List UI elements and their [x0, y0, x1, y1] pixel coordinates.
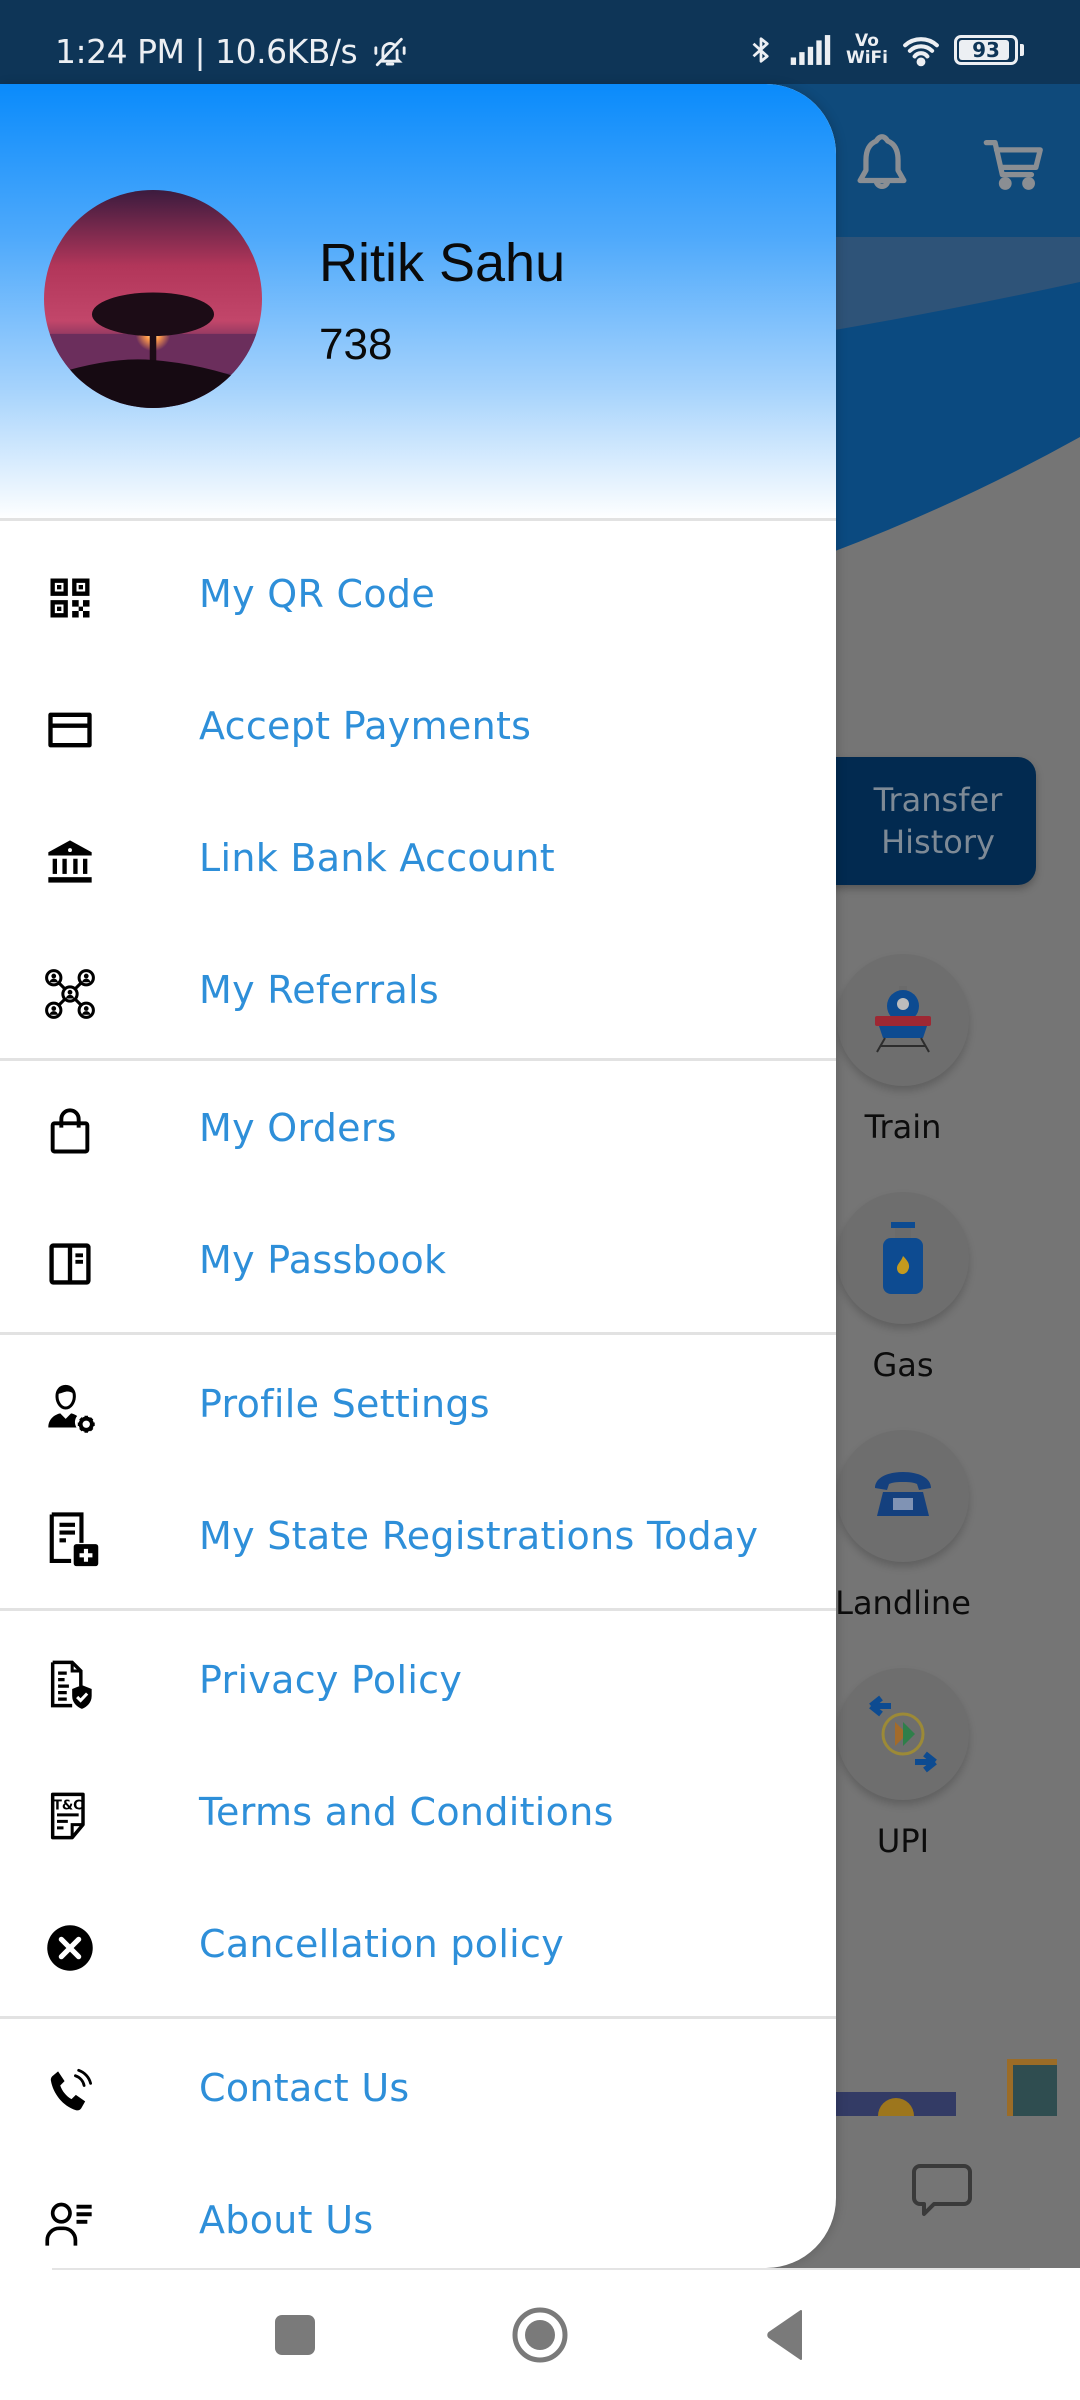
menu-item-label: Profile Settings [199, 1382, 490, 1426]
bluetooth-icon [752, 37, 769, 63]
credit-card-icon [44, 704, 96, 756]
service-train[interactable]: Train [833, 954, 973, 1146]
bank-icon [44, 836, 96, 888]
service-upi[interactable]: UPI [833, 1668, 973, 1860]
menu-item-label: Contact Us [199, 2066, 410, 2110]
menu-item-my-referrals[interactable]: My Referrals [0, 924, 836, 1056]
service-label: Train [864, 1108, 942, 1146]
service-label: Gas [872, 1346, 934, 1384]
menu-item-label: My QR Code [199, 572, 436, 616]
status-bar: 1:24 PM | 10.6KB/s Vo WiFi 93 [0, 0, 1080, 84]
train-icon [875, 986, 931, 1053]
menu-item-label: About Us [199, 2198, 374, 2242]
document-shield-icon [44, 1658, 96, 1710]
menu-item-my-orders[interactable]: My Orders [0, 1062, 836, 1194]
signal-icon [790, 35, 831, 65]
recents-button[interactable] [265, 2305, 325, 2365]
service-label: Landline [835, 1584, 971, 1622]
menu-item-privacy-policy[interactable]: Privacy Policy [0, 1614, 836, 1746]
menu-item-contact-us[interactable]: Contact Us [0, 2022, 836, 2154]
terms-icon-text: T&C [53, 1799, 83, 1814]
battery-level: 93 [972, 38, 1000, 62]
wifi-icon [903, 37, 939, 67]
menu-item-terms-and-conditions[interactable]: T&C Terms and Conditions [0, 1746, 836, 1878]
user-info-icon [44, 2198, 96, 2250]
gas-cylinder-icon [883, 1222, 923, 1294]
menu-item-my-state-registrations-today[interactable]: My State Registrations Today [0, 1470, 836, 1602]
divider [0, 1058, 836, 1061]
avatar[interactable] [44, 190, 262, 408]
menu-item-label: My Referrals [199, 968, 440, 1012]
menu-item-label: Terms and Conditions [199, 1790, 614, 1834]
bell-icon[interactable] [847, 128, 917, 198]
phone-call-icon [44, 2066, 96, 2118]
home-button[interactable] [510, 2305, 570, 2365]
home-icon [512, 2307, 568, 2363]
recents-icon [275, 2315, 315, 2355]
service-gas[interactable]: Gas [833, 1192, 973, 1384]
vowifi-icon: Vo WiFi [846, 33, 888, 67]
transfer-history-line1: Transfer [873, 781, 1003, 819]
menu-item-my-passbook[interactable]: My Passbook [0, 1194, 836, 1326]
menu-item-label: Link Bank Account [199, 836, 555, 880]
mute-icon [373, 35, 407, 69]
service-label: UPI [876, 1822, 930, 1860]
back-icon [767, 2310, 802, 2360]
service-landline[interactable]: Landline [833, 1430, 973, 1622]
promo-banner-thumbnail[interactable] [1007, 2059, 1057, 2116]
qr-code-icon [44, 572, 96, 624]
menu-item-accept-payments[interactable]: Accept Payments [0, 660, 836, 792]
menu-item-profile-settings[interactable]: Profile Settings [0, 1338, 836, 1470]
divider [0, 1608, 836, 1611]
system-nav-bar [0, 2268, 1080, 2400]
shopping-bag-icon [44, 1106, 96, 1158]
status-net-speed: 10.6KB/s [215, 32, 358, 71]
transfer-history-line2: History [881, 823, 995, 861]
divider [0, 518, 836, 521]
user-settings-icon [44, 1382, 96, 1434]
menu-item-label: Accept Payments [199, 704, 532, 748]
menu-item-my-qr-code[interactable]: My QR Code [0, 528, 836, 660]
passbook-icon [44, 1238, 96, 1290]
battery-icon: 93 [954, 35, 1024, 65]
cart-icon[interactable] [979, 128, 1049, 198]
menu-item-label: My State Registrations Today [199, 1514, 759, 1558]
status-time: 1:24 PM [55, 32, 185, 71]
status-left: 1:24 PM | 10.6KB/s [55, 32, 407, 71]
cancel-circle-icon [44, 1922, 96, 1974]
menu-item-link-bank-account[interactable]: Link Bank Account [0, 792, 836, 924]
menu-item-about-us[interactable]: About Us [0, 2154, 836, 2268]
upi-icon [869, 1695, 937, 1773]
document-add-icon [44, 1508, 106, 1570]
user-points: 738 [319, 320, 393, 369]
nav-divider [52, 2268, 1030, 2270]
menu-item-cancellation-policy[interactable]: Cancellation policy [0, 1878, 836, 2010]
drawer-header: Ritik Sahu 738 [0, 84, 836, 520]
divider [0, 2016, 836, 2019]
navigation-drawer: Ritik Sahu 738 My QR Code Accept Payment… [0, 84, 836, 2268]
referral-network-icon [44, 968, 96, 1020]
menu-item-label: Cancellation policy [199, 1922, 565, 1966]
telephone-icon [875, 1472, 931, 1516]
back-button[interactable] [755, 2305, 815, 2365]
status-separator: | [194, 32, 206, 71]
menu-item-label: Privacy Policy [199, 1658, 463, 1702]
divider [0, 1332, 836, 1335]
user-name: Ritik Sahu [319, 233, 566, 293]
menu-item-label: My Passbook [199, 1238, 447, 1282]
status-right: Vo WiFi 93 [746, 30, 1024, 70]
menu-item-label: My Orders [199, 1106, 397, 1150]
chat-bubble-icon[interactable] [912, 2162, 972, 2218]
vowifi-bottom: WiFi [845, 48, 888, 68]
terms-document-icon: T&C [44, 1790, 96, 1842]
